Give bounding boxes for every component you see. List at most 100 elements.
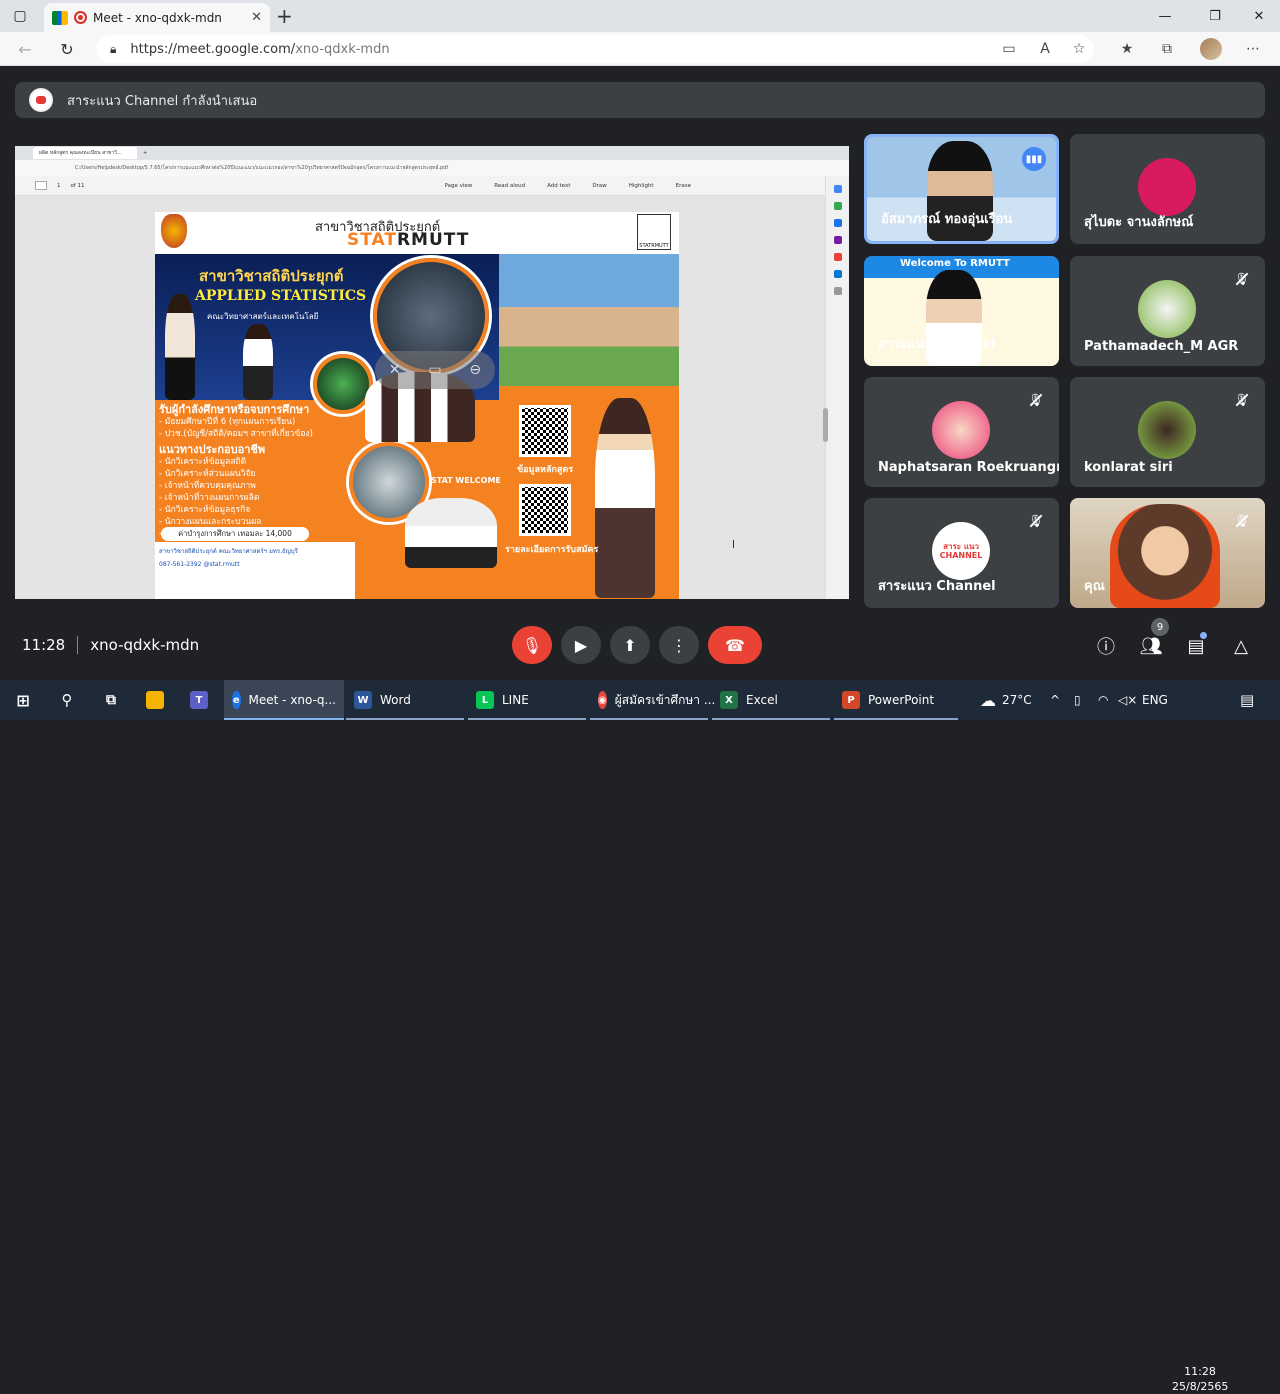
participant-video-person xyxy=(1110,504,1220,608)
url-field[interactable]: 🔒︎ https://meet.google.com/xno-qdxk-mdn xyxy=(96,35,1094,63)
mic-muted-icon: 🎙︎ xyxy=(1231,389,1253,411)
chrome-icon: ◉ xyxy=(598,691,607,709)
poster-building-image xyxy=(499,254,679,386)
more-options-button[interactable]: ⋮ xyxy=(659,626,699,664)
participant-name: konlarat siri xyxy=(1084,460,1173,475)
minimize-button[interactable]: — xyxy=(1142,0,1188,32)
tray-app-icon[interactable]: ▯ xyxy=(1074,680,1081,720)
browser-tab-meet[interactable]: Meet - xno-qdxk-mdn ✕ xyxy=(44,3,270,32)
poster-brand: STATRMUTT xyxy=(347,230,470,250)
taskbar-app-chrome[interactable]: ◉ ผู้สมัครเข้าศึกษา ... xyxy=(590,680,715,720)
weather-widget[interactable]: ☁ 27°C xyxy=(980,680,1032,720)
taskbar-app-powerpoint[interactable]: P PowerPoint xyxy=(834,680,958,720)
collections-icon[interactable]: ⧉ xyxy=(1158,40,1176,58)
taskbar-app-word[interactable]: W Word xyxy=(346,680,464,720)
back-icon[interactable]: ← xyxy=(14,38,36,60)
mic-toggle-button[interactable]: 🎙︎ xyxy=(512,626,552,664)
poster-group-photo-image xyxy=(405,498,497,568)
present-button[interactable]: ⬆ xyxy=(610,626,650,664)
search-icon: ⚲ xyxy=(61,691,73,709)
mic-muted-icon: 🎙︎ xyxy=(1231,268,1253,290)
mic-muted-icon: 🎙︎ xyxy=(1231,510,1253,532)
participant-name: สุไบดะ จานงลักษณ์ xyxy=(1084,215,1194,230)
wifi-icon[interactable]: ◠ xyxy=(1098,680,1108,720)
participant-avatar: สาระ แนว CHANNEL xyxy=(932,522,990,580)
add-favorite-icon[interactable]: ☆ xyxy=(1070,40,1088,58)
taskbar-app-line[interactable]: L LINE xyxy=(468,680,586,720)
participant-tile[interactable]: สุไบดะ จานงลักษณ์ xyxy=(1070,134,1265,244)
search-button[interactable]: ⚲ xyxy=(50,680,84,720)
participant-tile[interactable]: 🎙︎ Naphatsaran Roekruangrit xyxy=(864,377,1059,487)
people-icon: 👥︎ xyxy=(1139,635,1163,657)
volume-icon[interactable]: ◁× xyxy=(1118,680,1137,720)
participant-tile[interactable]: 🎙︎ Pathamadech_M AGR xyxy=(1070,256,1265,366)
maximize-button[interactable]: ❐ xyxy=(1192,0,1238,32)
poster-header: สาขาวิชาสถิติประยุกต์ STATRMUTT STATRMUT… xyxy=(155,212,679,254)
participant-avatar xyxy=(1138,401,1196,459)
close-window-button[interactable]: ✕ xyxy=(1236,0,1280,32)
task-view-button[interactable]: ⧉ xyxy=(94,680,128,720)
favorites-icon[interactable]: ★ xyxy=(1118,40,1136,58)
activities-button[interactable]: △ xyxy=(1229,634,1253,658)
qr-code-admission-image xyxy=(519,484,571,536)
file-explorer-button[interactable] xyxy=(138,680,172,720)
close-tab-icon[interactable]: ✕ xyxy=(251,10,262,25)
shared-sidebar xyxy=(825,176,849,599)
participant-tile[interactable]: 🎙︎ สาระ แนว CHANNEL สาระแนว Channel xyxy=(864,498,1059,608)
settings-more-icon[interactable]: ⋯ xyxy=(1244,40,1262,58)
word-icon: W xyxy=(354,691,372,709)
mic-muted-icon: 🎙︎ xyxy=(1025,389,1047,411)
edge-icon: e xyxy=(232,691,241,709)
presenting-text: สาระแนว Channel กำลังนำเสนอ xyxy=(67,93,258,109)
poster: สาขาวิชาสถิติประยุกต์ STATRMUTT STATRMUT… xyxy=(155,212,679,599)
participant-tile[interactable]: 🎙︎ คุณ xyxy=(1070,498,1265,608)
tab-actions-icon[interactable]: ▢ xyxy=(0,0,40,32)
speaking-indicator-icon: ▮▮▮ xyxy=(1022,147,1046,171)
taskbar-app-excel[interactable]: X Excel xyxy=(712,680,830,720)
task-view-icon: ⧉ xyxy=(106,692,116,708)
line-icon: L xyxy=(476,691,494,709)
pdf-page-input xyxy=(35,181,47,190)
meeting-details: 11:28 xno-qdxk-mdn xyxy=(22,636,199,654)
recording-icon xyxy=(74,11,87,24)
pdf-tool: Draw xyxy=(592,182,607,189)
language-indicator[interactable]: ENG xyxy=(1142,680,1168,720)
taskbar-app-meet[interactable]: e Meet - xno-q... xyxy=(224,680,344,720)
qr-label-admission: รายละเอียดการรับสมัคร xyxy=(505,545,599,555)
welcome-banner: Welcome To RMUTT xyxy=(900,258,1010,269)
participant-name: คุณ xyxy=(1084,579,1105,594)
tray-overflow-icon[interactable]: ^ xyxy=(1050,680,1060,720)
participant-tile[interactable]: ▮▮▮ อัสมาภรณ์ ทองอุ่นเรือน xyxy=(864,134,1059,244)
read-aloud-icon[interactable]: A xyxy=(1036,40,1054,58)
participant-name: อัสมาภรณ์ ทองอุ่นเรือน xyxy=(881,212,1013,227)
university-crest-icon xyxy=(161,214,187,248)
more-icon: ⋮ xyxy=(671,635,687,655)
leave-call-button[interactable]: ☎ xyxy=(708,626,762,664)
start-button[interactable]: ⊞ xyxy=(6,680,40,720)
camera-toggle-button[interactable]: ▶ xyxy=(561,626,601,664)
notifications-icon[interactable]: ▤ xyxy=(1240,680,1254,720)
teams-button[interactable]: T xyxy=(182,680,216,720)
browser-tab-strip: ▢ Meet - xno-qdxk-mdn ✕ + — ❐ ✕ xyxy=(0,0,1280,32)
participant-avatar xyxy=(1138,280,1196,338)
mic-muted-icon: 🎙︎ xyxy=(1025,510,1047,532)
participant-name: สาระแนว Channel xyxy=(878,579,996,594)
presenting-banner: สาระแนว Channel กำลังนำเสนอ xyxy=(15,82,1265,118)
profile-avatar[interactable] xyxy=(1200,38,1222,60)
windows-taskbar: ⊞ ⚲ ⧉ T e Meet - xno-q... W Word L LINE ◉ ผู… xyxy=(0,680,1280,1393)
camera-permission-icon[interactable]: ▭ xyxy=(1000,40,1018,58)
info-icon: ⓘ xyxy=(1097,637,1115,658)
reload-icon[interactable]: ↻ xyxy=(56,38,78,60)
poster-fee: ค่าบำรุงการศึกษา เทอมละ 14,000 xyxy=(161,527,309,541)
participant-tile[interactable]: Welcome To RMUTT สาระแนว Channel xyxy=(864,256,1059,366)
participant-name: Pathamadech_M AGR xyxy=(1084,339,1239,354)
new-tab-button[interactable]: + xyxy=(276,4,293,28)
people-button[interactable]: 👥︎ xyxy=(1139,634,1163,658)
meeting-info-button[interactable]: ⓘ xyxy=(1094,634,1118,658)
meeting-time: 11:28 xyxy=(22,636,66,654)
cloud-icon: ☁ xyxy=(980,690,996,710)
poster-faculty: คณะวิทยาศาสตร์และเทคโนโลยี xyxy=(207,312,319,321)
taskbar-clock[interactable]: 11:28 25/8/2565 xyxy=(1172,1364,1228,1394)
participant-tile[interactable]: 🎙︎ konlarat siri xyxy=(1070,377,1265,487)
shared-screen: ผลิต หลักสูตร คุณลงทะเบียน สาขาวิ... + C… xyxy=(15,146,849,599)
